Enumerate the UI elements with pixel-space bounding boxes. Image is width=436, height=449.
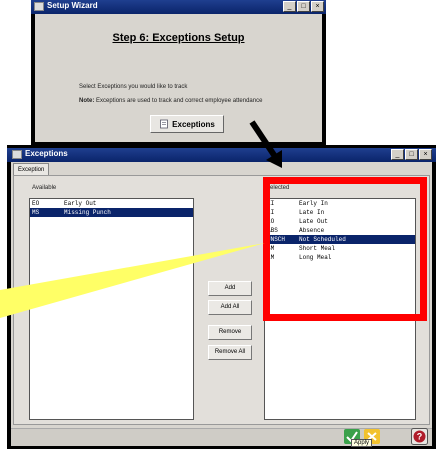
exceptions-titlebar: Exceptions _ □ × bbox=[7, 148, 436, 162]
wizard-title: Setup Wizard bbox=[47, 1, 98, 10]
apply-tooltip: Apply bbox=[351, 439, 373, 447]
app-icon bbox=[12, 150, 22, 159]
remove-all-button[interactable]: Remove All bbox=[208, 345, 252, 360]
remove-button[interactable]: Remove bbox=[208, 325, 252, 340]
exception-name: Early Out bbox=[64, 200, 97, 207]
minimize-button[interactable]: _ bbox=[283, 1, 296, 12]
note-text: Exceptions are used to track and correct… bbox=[96, 98, 263, 104]
document-icon bbox=[160, 119, 169, 129]
exceptions-title: Exceptions bbox=[25, 149, 68, 158]
list-item[interactable]: MS Missing Punch bbox=[30, 208, 193, 217]
maximize-button[interactable]: □ bbox=[405, 149, 418, 160]
available-list[interactable]: EO Early Out MS Missing Punch bbox=[29, 198, 194, 420]
list-item[interactable]: EO Early Out bbox=[30, 199, 193, 208]
close-button[interactable]: × bbox=[419, 149, 432, 160]
wizard-titlebar: Setup Wizard _ □ × bbox=[31, 0, 326, 14]
maximize-button[interactable]: □ bbox=[297, 1, 310, 12]
close-button[interactable]: × bbox=[311, 1, 324, 12]
wizard-window-controls: _ □ × bbox=[283, 1, 324, 12]
wizard-heading: Step 6: Exceptions Setup bbox=[112, 32, 245, 44]
help-icon[interactable]: ? bbox=[411, 428, 428, 445]
svg-text:?: ? bbox=[417, 432, 423, 442]
exceptions-window-controls: _ □ × bbox=[391, 149, 432, 160]
setup-wizard-window: Setup Wizard _ □ × Step 6: Exceptions Se… bbox=[31, 0, 326, 146]
highlight-box bbox=[263, 177, 427, 321]
exceptions-button[interactable]: Exceptions bbox=[150, 115, 224, 133]
exception-name: Missing Punch bbox=[64, 209, 111, 216]
exceptions-button-label: Exceptions bbox=[172, 119, 215, 129]
minimize-button[interactable]: _ bbox=[391, 149, 404, 160]
add-all-button[interactable]: Add All bbox=[208, 300, 252, 315]
add-button[interactable]: Add bbox=[208, 281, 252, 296]
available-label: Available bbox=[32, 185, 57, 191]
status-bar: Apply ? bbox=[11, 428, 432, 447]
note-label: Note: bbox=[79, 98, 95, 104]
wizard-body: Step 6: Exceptions Setup Select Exceptio… bbox=[35, 14, 322, 142]
wizard-note: Note: Exceptions are used to track and c… bbox=[79, 98, 262, 104]
wizard-prompt: Select Exceptions you would like to trac… bbox=[79, 84, 188, 90]
exception-code: EO bbox=[32, 200, 40, 207]
exception-code: MS bbox=[32, 209, 40, 216]
app-icon bbox=[34, 2, 44, 11]
